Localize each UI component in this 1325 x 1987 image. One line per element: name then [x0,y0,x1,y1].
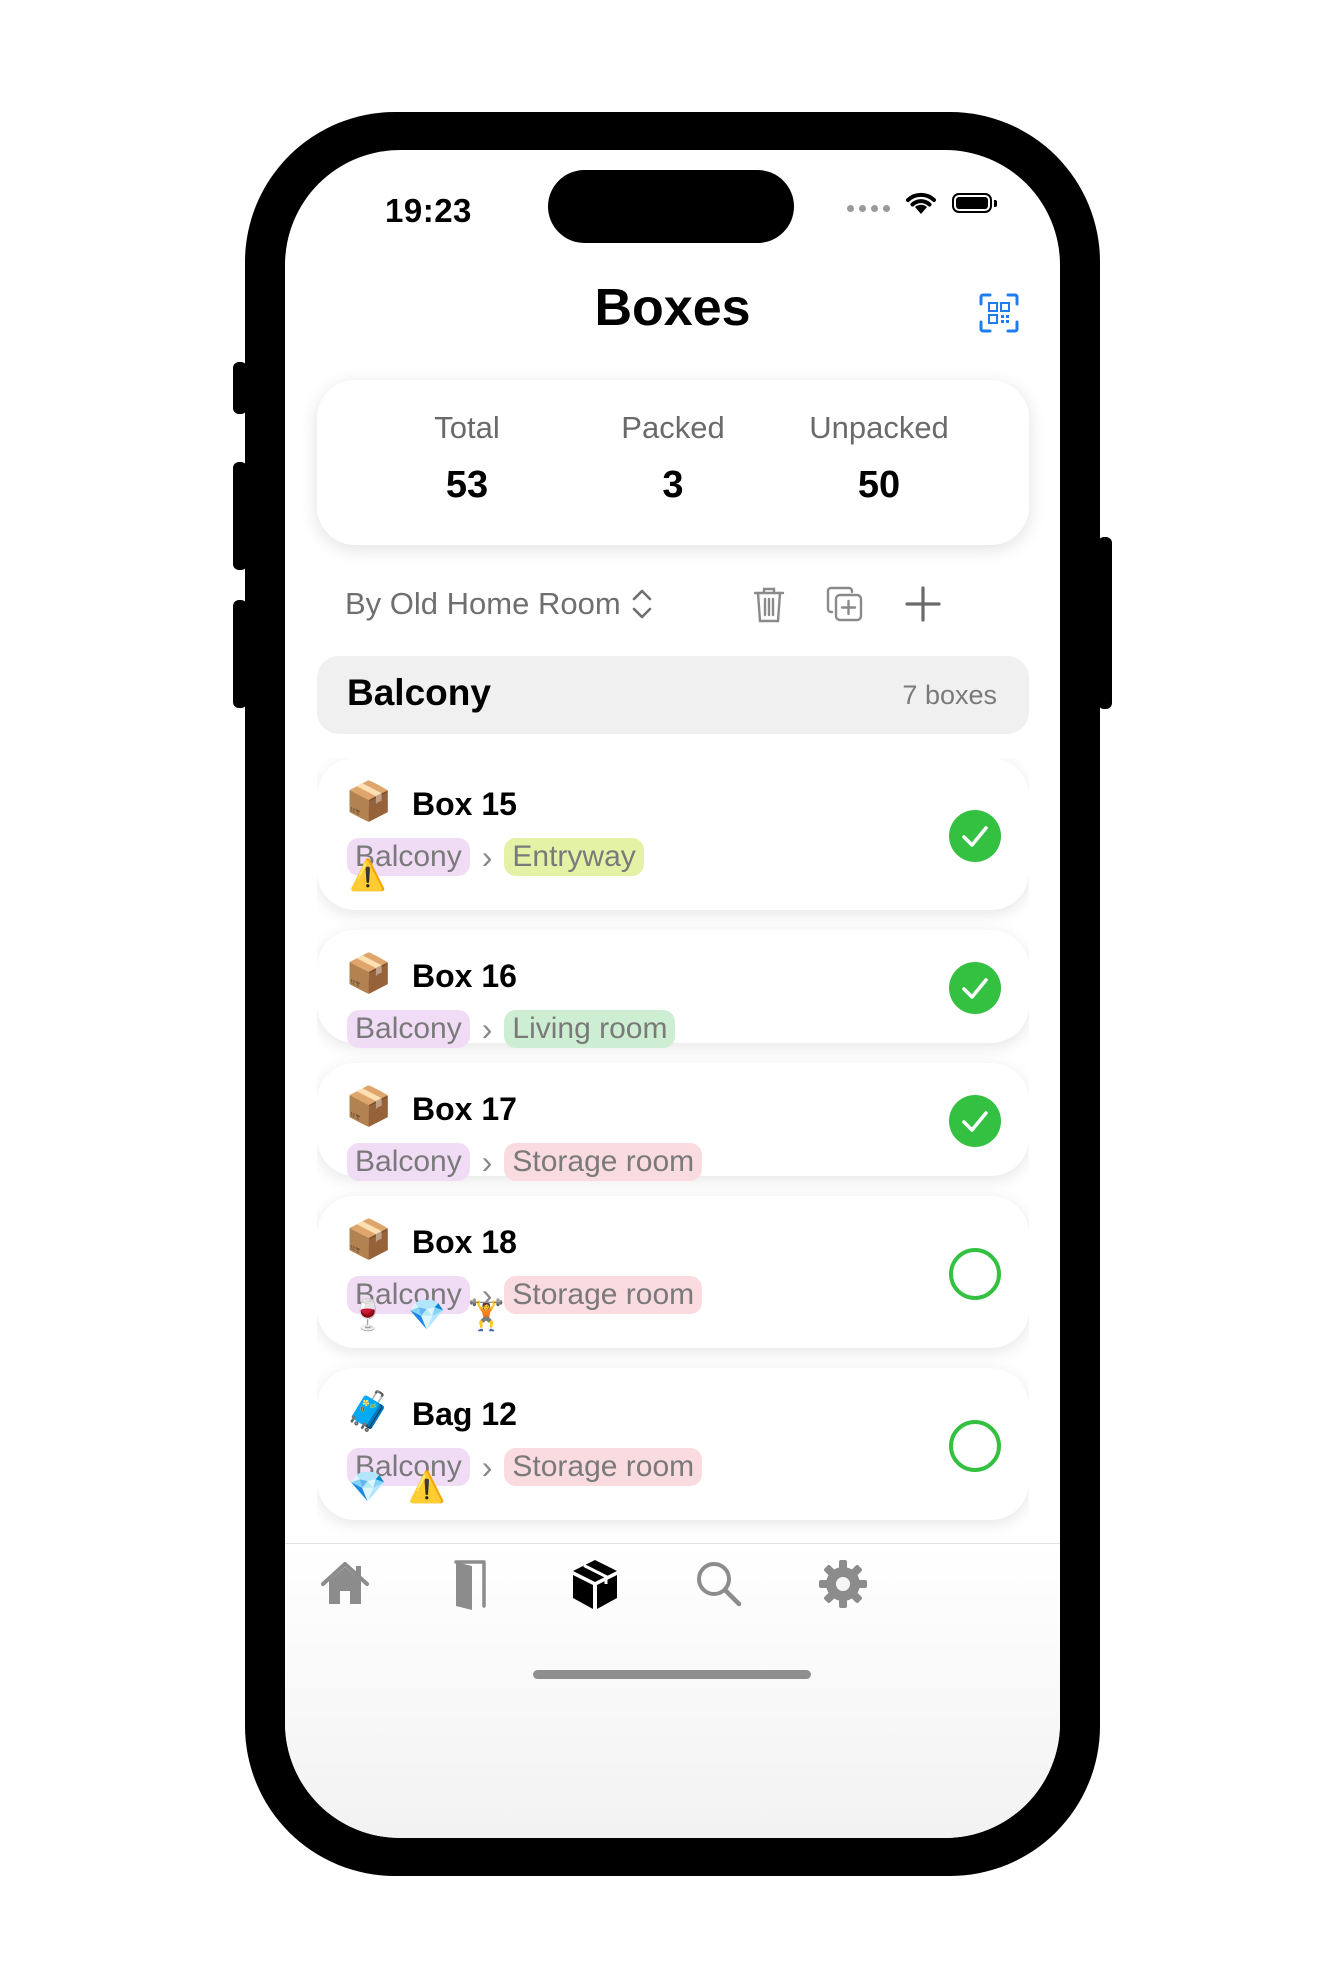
box-card[interactable]: 📦 Box 17 Balcony › Storage room [317,1063,1029,1181]
section-header-balcony[interactable]: Balcony 7 boxes [317,656,1029,734]
from-room-tag: Balcony [347,1143,470,1181]
chevron-up-down-icon [632,589,651,619]
box-name: Box 17 [412,1091,517,1127]
box-name: Box 18 [412,1224,517,1260]
mute-switch [233,362,247,414]
chevron-right-icon: › [481,1448,493,1485]
stat-unpacked: Unpacked 50 [779,410,979,507]
stat-packed: Packed 3 [573,410,773,507]
sort-picker[interactable]: By Old Home Room [345,586,653,622]
section-count: 7 boxes [902,680,997,710]
room-path: Balcony › Living room [347,1010,676,1048]
packed-check-icon[interactable] [949,810,1001,862]
packed-check-icon[interactable] [949,1095,1001,1147]
duplicate-add-icon[interactable] [823,582,867,626]
qr-scan-icon[interactable] [978,292,1020,334]
box-name: Box 16 [412,958,517,994]
status-time: 19:23 [385,192,472,229]
stats-card: Total 53 Packed 3 Unpacked 50 [317,380,1029,545]
stat-total-label: Total [434,410,500,445]
door-icon[interactable] [440,1554,500,1614]
chevron-right-icon: › [481,838,493,875]
list-toolbar: By Old Home Room [345,580,1015,630]
tab-bar [285,1543,1060,1838]
package-icon: 📦 [345,1086,393,1128]
power-button [1098,537,1112,709]
weightlifter-icon: 🏋️ [467,1299,506,1332]
home-icon[interactable] [315,1554,375,1614]
box-card[interactable]: 📦 Box 15 Balcony › Entryway ⚠️ [317,758,1029,910]
packed-check-icon[interactable] [949,962,1001,1014]
unpacked-circle-icon[interactable] [949,1420,1001,1472]
unpacked-circle-icon[interactable] [949,1248,1001,1300]
stat-unpacked-label: Unpacked [809,410,949,445]
gem-icon: 💎 [408,1299,446,1332]
room-path: Balcony › Entryway [347,838,644,876]
dynamic-island [548,170,794,243]
box-name: Bag 12 [412,1396,517,1432]
package-icon: 📦 [345,781,393,823]
to-room-tag: Storage room [504,1448,703,1486]
box-flags: 🍷 💎 🏋️ [349,1298,505,1333]
from-room-tag: Balcony [347,1010,470,1048]
wine-glass-icon: 🍷 [349,1299,387,1332]
screen: 19:23 Boxes Total 53 Packed 3 Unpacked 5… [285,150,1060,1838]
box-card[interactable]: 🧳 Bag 12 Balcony › Storage room 💎 ⚠️ [317,1368,1029,1520]
volume-down-button [233,600,247,708]
to-room-tag: Storage room [504,1276,703,1314]
sort-label: By Old Home Room [345,586,621,621]
warning-icon: ⚠️ [408,1471,446,1504]
box-card[interactable]: 📦 Box 18 Balcony › Storage room 🍷 💎 🏋️ [317,1196,1029,1348]
phone-frame: 19:23 Boxes Total 53 Packed 3 Unpacked 5… [233,112,1112,1876]
box-list[interactable]: 📦 Box 15 Balcony › Entryway ⚠️ 📦 Box 16 [317,758,1029,1541]
volume-up-button [233,462,247,570]
page-title: Boxes [594,279,751,337]
package-icon: 📦 [345,953,393,995]
to-room-tag: Entryway [504,838,644,876]
suitcase-icon: 🧳 [345,1391,393,1433]
box-flags: ⚠️ [349,858,386,893]
room-path: Balcony › Storage room [347,1143,703,1181]
stat-packed-label: Packed [621,410,725,445]
section-name: Balcony [347,672,491,713]
to-room-tag: Storage room [504,1143,703,1181]
stat-unpacked-value: 50 [857,464,901,506]
cellular-signal-icon [847,204,890,212]
gem-icon: 💎 [349,1471,387,1504]
warning-icon: ⚠️ [349,859,387,892]
box-icon[interactable] [565,1554,625,1614]
box-card[interactable]: 📦 Box 16 Balcony › Living room [317,930,1029,1048]
package-icon: 📦 [345,1219,393,1261]
stat-total-value: 53 [445,464,489,506]
stat-total: Total 53 [367,410,567,507]
box-flags: 💎 ⚠️ [349,1470,446,1505]
chevron-right-icon: › [481,1143,493,1180]
search-icon[interactable] [689,1554,749,1614]
gear-icon[interactable] [813,1554,873,1614]
add-icon[interactable] [901,582,945,626]
wifi-icon [906,192,936,214]
trash-icon[interactable] [747,582,791,626]
chevron-right-icon: › [481,1010,493,1047]
stat-packed-value: 3 [662,464,684,506]
battery-icon [952,193,997,213]
home-indicator [533,1670,811,1679]
box-name: Box 15 [412,786,517,822]
to-room-tag: Living room [504,1010,676,1048]
status-icons [847,190,997,216]
